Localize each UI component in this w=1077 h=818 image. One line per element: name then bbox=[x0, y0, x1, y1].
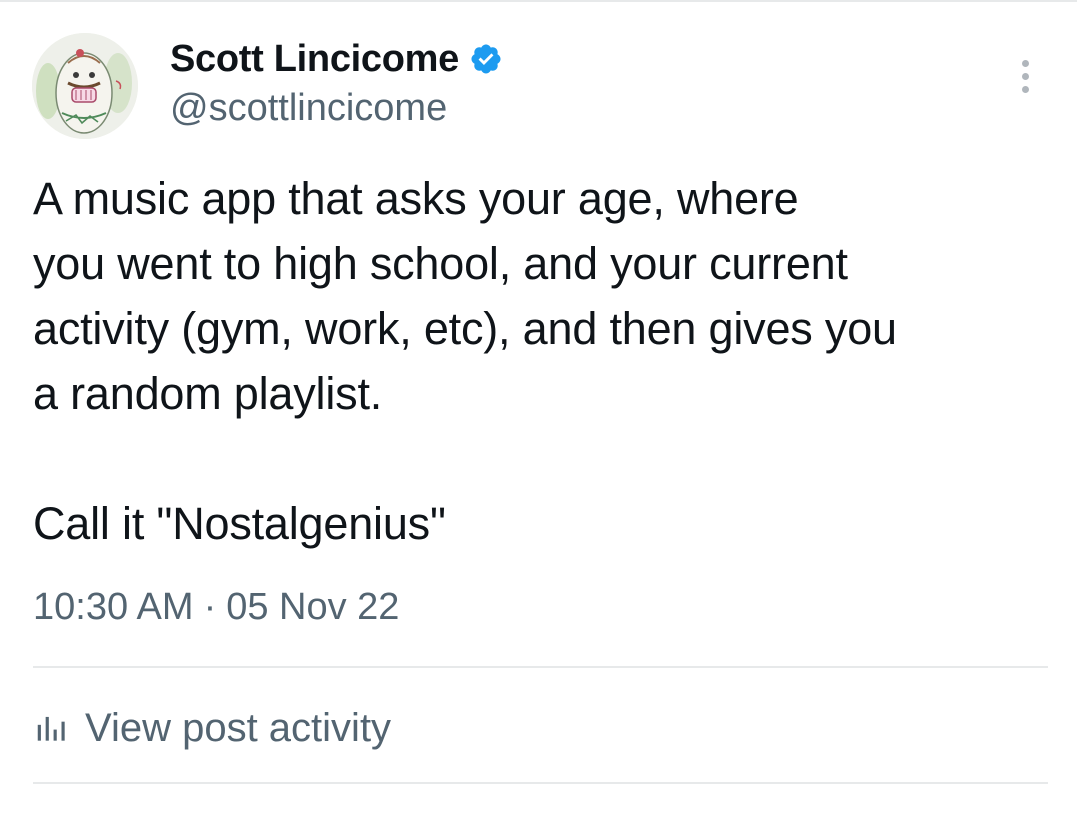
post-timestamp[interactable]: 10:30 AM · 05 Nov 22 bbox=[33, 586, 399, 629]
post-text-line: a random playlist. bbox=[33, 368, 383, 419]
more-dot bbox=[1021, 85, 1029, 93]
view-post-activity-label: View post activity bbox=[85, 705, 392, 750]
post-text-line: activity (gym, work, etc), and then give… bbox=[33, 303, 897, 354]
meta-separator: · bbox=[203, 586, 217, 628]
post-text: A music app that asks your age, where yo… bbox=[33, 166, 1043, 556]
more-options-button[interactable] bbox=[1010, 54, 1040, 98]
divider bbox=[33, 666, 1048, 668]
post-text-line: Call it "Nostalgenius" bbox=[33, 498, 446, 549]
author-name-row[interactable]: Scott Lincicome bbox=[170, 36, 503, 82]
post-date[interactable]: 05 Nov 22 bbox=[226, 586, 399, 629]
more-dot bbox=[1021, 72, 1029, 80]
author-handle[interactable]: @scottlincicome bbox=[170, 87, 447, 130]
top-border bbox=[0, 0, 1077, 2]
avatar-drawing-icon bbox=[32, 33, 138, 139]
author-display-name[interactable]: Scott Lincicome bbox=[170, 38, 459, 81]
more-dot bbox=[1021, 59, 1029, 67]
view-post-activity-button[interactable]: View post activity bbox=[33, 700, 391, 756]
verified-badge-icon bbox=[471, 44, 501, 74]
post-text-line: you went to high school, and your curren… bbox=[33, 238, 848, 289]
post-text-line: A music app that asks your age, where bbox=[33, 173, 799, 224]
bar-chart-icon bbox=[37, 716, 65, 741]
divider bbox=[33, 782, 1048, 784]
avatar[interactable] bbox=[32, 33, 138, 139]
post-time[interactable]: 10:30 AM bbox=[33, 586, 194, 629]
